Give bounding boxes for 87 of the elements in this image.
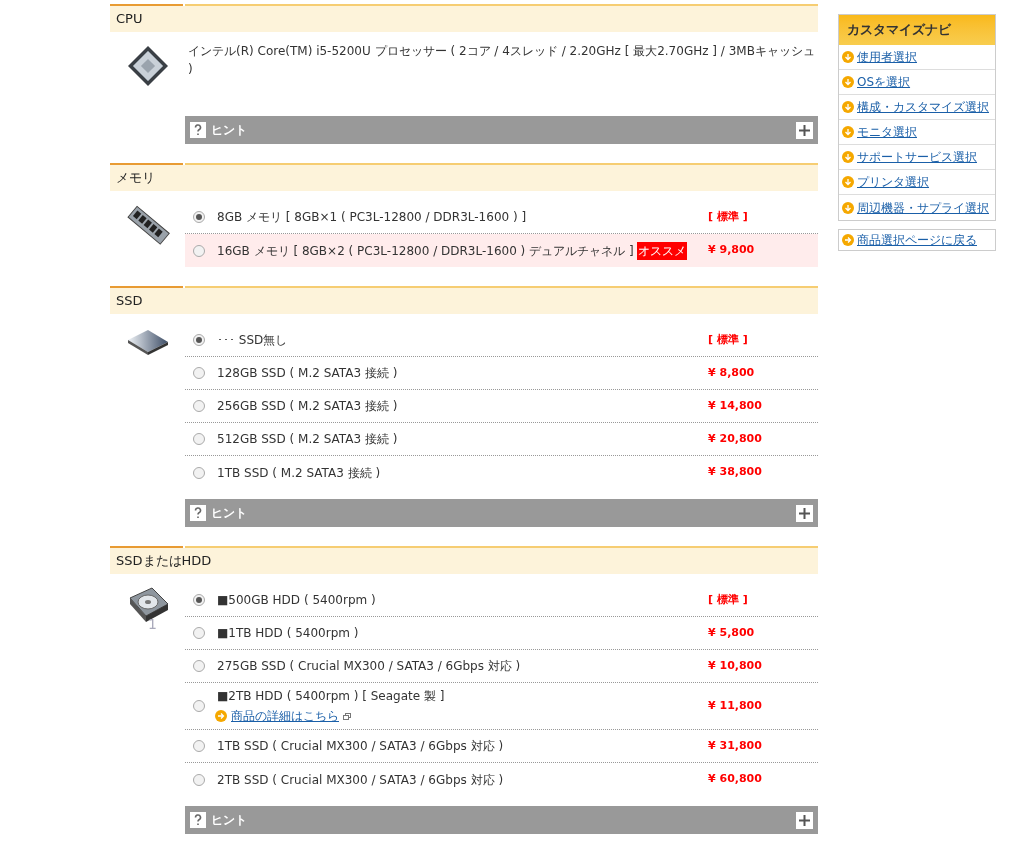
spec-description: インテル(R) Core(TM) i5-5200U プロセッサー ( 2コア / 4スレッド / 2.20GHz [ 最大2.70GHz ] / 3MBキャッシュ ) <box>187 43 816 78</box>
option-row[interactable]: ■500GB HDD ( 5400rpm ) [ 標準 ] <box>185 584 818 617</box>
nav-link[interactable]: 使用者選択 <box>857 48 917 66</box>
question-mark-icon <box>190 505 206 521</box>
option-row[interactable]: 1TB SSD ( Crucial MX300 / SATA3 / 6Gbps 対応 ) ¥ 31,800 <box>185 730 818 763</box>
option-price: [ 標準 ] <box>708 331 749 348</box>
question-mark-icon <box>190 122 206 138</box>
radio-button[interactable] <box>193 466 205 479</box>
plus-icon[interactable] <box>796 811 813 829</box>
option-label: ･･･ SSD無し <box>217 332 288 349</box>
option-price: ¥ 10,800 <box>708 657 763 674</box>
image-caption: 1 <box>148 615 157 634</box>
nav-link[interactable]: モニタ選択 <box>857 123 917 141</box>
nav-link[interactable]: プリンタ選択 <box>857 173 929 191</box>
hint-label: ヒント <box>211 812 248 829</box>
down-arrow-circle-icon <box>842 151 854 163</box>
nav-link[interactable]: 周辺機器・サプライ選択 <box>857 198 989 217</box>
radio-button[interactable] <box>193 211 205 223</box>
details-link[interactable]: 商品の詳細はこちら <box>231 707 339 725</box>
option-row[interactable]: 512GB SSD ( M.2 SATA3 接続 ) ¥ 20,800 <box>185 423 818 456</box>
radio-button[interactable] <box>193 244 205 257</box>
option-label: 2TB SSD ( Crucial MX300 / SATA3 / 6Gbps 対応 ) <box>217 771 504 789</box>
option-label: ■500GB HDD ( 5400rpm ) <box>217 592 376 609</box>
option-price: ¥ 14,800 <box>708 397 763 414</box>
radio-button[interactable] <box>193 660 205 672</box>
option-row[interactable]: ■2TB HDD ( 5400rpm ) [ Seagate 製 ] 商品の詳細はこちら ¥ 11,800 <box>185 683 818 730</box>
option-row[interactable]: 256GB SSD ( M.2 SATA3 接続 ) ¥ 14,800 <box>185 390 818 423</box>
recommended-badge: オススメ <box>636 241 687 260</box>
option-label: 256GB SSD ( M.2 SATA3 接続 ) <box>217 398 398 415</box>
question-mark-icon <box>190 812 206 828</box>
plus-icon[interactable] <box>796 121 813 139</box>
arrow-circle-icon <box>215 710 227 722</box>
option-price: ¥ 8,800 <box>708 364 756 381</box>
radio-button[interactable] <box>193 334 205 346</box>
option-row[interactable]: 1TB SSD ( M.2 SATA3 接続 ) ¥ 38,800 <box>185 456 818 489</box>
option-row[interactable]: 275GB SSD ( Crucial MX300 / SATA3 / 6Gbps 対応 ) ¥ 10,800 <box>185 650 818 683</box>
section-heading: メモリ <box>110 165 818 191</box>
radio-button[interactable] <box>193 740 205 752</box>
nav-link[interactable]: サポートサービス選択 <box>857 148 977 166</box>
new-window-icon <box>343 712 351 720</box>
option-row[interactable]: 2TB SSD ( Crucial MX300 / SATA3 / 6Gbps 対応 ) ¥ 60,800 <box>185 763 818 796</box>
radio-button[interactable] <box>193 700 205 712</box>
option-price: ¥ 9,800 <box>708 242 756 259</box>
down-arrow-circle-icon <box>842 176 854 188</box>
section-heading: CPU <box>110 6 818 32</box>
plus-icon[interactable] <box>796 504 813 522</box>
option-price: ¥ 5,800 <box>708 624 756 641</box>
down-arrow-circle-icon <box>842 201 854 214</box>
option-row[interactable]: ･･･ SSD無し [ 標準 ] <box>185 324 818 357</box>
option-price: ¥ 11,800 <box>708 697 763 714</box>
down-arrow-circle-icon <box>842 101 854 113</box>
option-label: ■1TB HDD ( 5400rpm ) <box>217 625 359 642</box>
nav-link[interactable]: OSを選択 <box>857 73 911 91</box>
option-price: ¥ 38,800 <box>708 464 763 481</box>
option-label: 128GB SSD ( M.2 SATA3 接続 ) <box>217 365 398 382</box>
radio-button[interactable] <box>193 773 205 786</box>
option-label: 1TB SSD ( Crucial MX300 / SATA3 / 6Gbps 対応 ) <box>217 738 504 755</box>
down-arrow-circle-icon <box>842 51 854 63</box>
option-row[interactable]: 128GB SSD ( M.2 SATA3 接続 ) ¥ 8,800 <box>185 357 818 390</box>
radio-button[interactable] <box>193 594 205 606</box>
section-heading: SSD <box>110 288 818 314</box>
down-arrow-circle-icon <box>842 76 854 88</box>
option-row[interactable]: ■1TB HDD ( 5400rpm ) ¥ 5,800 <box>185 617 818 650</box>
hint-label: ヒント <box>211 505 248 522</box>
option-label: 1TB SSD ( M.2 SATA3 接続 ) <box>217 464 381 482</box>
option-label: 275GB SSD ( Crucial MX300 / SATA3 / 6Gbps 対応 ) <box>217 658 521 675</box>
option-label: 8GB メモリ [ 8GB×1 ( PC3L-12800 / DDR3L-1600 ) ] <box>217 209 527 226</box>
option-row[interactable]: 16GB メモリ [ 8GB×2 ( PC3L-12800 / DDR3L-1600 ) デュアルチャネル ] オススメ ¥ 9,800 <box>185 234 818 267</box>
option-price: ¥ 60,800 <box>708 771 763 788</box>
option-price: [ 標準 ] <box>708 208 749 225</box>
section-heading: SSDまたはHDD <box>110 548 818 574</box>
radio-button[interactable] <box>193 433 205 445</box>
down-arrow-circle-icon <box>842 126 854 138</box>
option-label: 16GB メモリ [ 8GB×2 ( PC3L-12800 / DDR3L-1600 ) デュアルチャネル ] <box>217 242 634 260</box>
radio-button[interactable] <box>193 367 205 379</box>
radio-button[interactable] <box>193 627 205 639</box>
hint-label: ヒント <box>211 122 248 139</box>
panel-title: カスタマイズナビ <box>839 15 995 45</box>
option-price: ¥ 20,800 <box>708 430 763 447</box>
option-price: [ 標準 ] <box>708 591 749 608</box>
back-link[interactable]: 商品選択ページに戻る <box>857 231 977 249</box>
radio-button[interactable] <box>193 400 205 412</box>
option-price: ¥ 31,800 <box>708 737 763 754</box>
option-label: 512GB SSD ( M.2 SATA3 接続 ) <box>217 431 398 448</box>
nav-link[interactable]: 構成・カスタマイズ選択 <box>857 98 989 116</box>
option-label: ■2TB HDD ( 5400rpm ) [ Seagate 製 ] <box>217 688 445 705</box>
arrow-circle-icon <box>842 234 854 246</box>
